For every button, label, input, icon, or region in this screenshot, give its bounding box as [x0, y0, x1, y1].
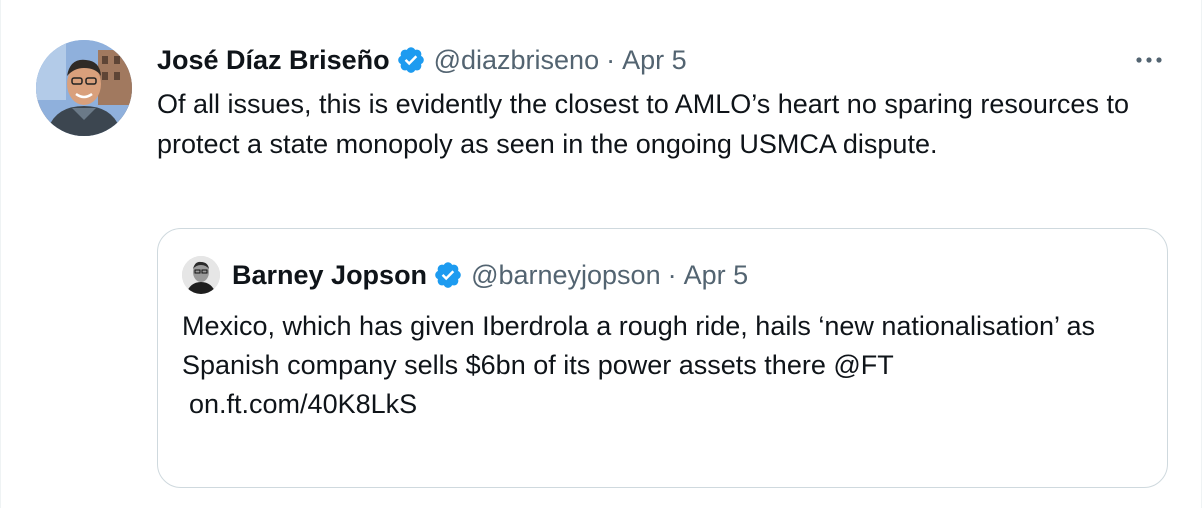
tweet-date[interactable]: Apr 5 — [622, 45, 687, 76]
tweet-card: José Díaz Briseño @diazbriseno · Apr 5 O… — [0, 0, 1202, 508]
author-avatar[interactable] — [36, 40, 132, 136]
quoted-tweet-body: Mexico, which has given Iberdrola a roug… — [182, 307, 1142, 424]
quoted-author-avatar[interactable] — [182, 256, 220, 294]
quoted-tweet-link[interactable]: on.ft.com/40K8LkS — [182, 385, 1142, 424]
verified-badge-icon[interactable] — [396, 45, 426, 75]
author-handle[interactable]: @diazbriseno — [434, 45, 600, 76]
separator-dot: · — [606, 44, 616, 75]
tweet-body: Of all issues, this is evidently the clo… — [157, 89, 1129, 159]
profile-photo-icon — [182, 256, 220, 294]
quoted-tweet[interactable]: Barney Jopson @barneyjopson · Apr 5 Mexi… — [157, 228, 1168, 488]
author-name[interactable]: José Díaz Briseño — [157, 45, 390, 76]
quoted-author-name[interactable]: Barney Jopson — [232, 260, 427, 291]
quoted-tweet-text: Mexico, which has given Iberdrola a roug… — [182, 311, 1096, 380]
verified-badge-icon[interactable] — [433, 260, 463, 290]
quoted-tweet-date[interactable]: Apr 5 — [684, 260, 749, 291]
profile-photo-icon — [36, 40, 132, 136]
more-options-icon[interactable] — [1129, 46, 1169, 74]
quoted-author-handle[interactable]: @barneyjopson — [471, 260, 661, 291]
separator-dot: · — [667, 259, 677, 290]
tweet-header: José Díaz Briseño @diazbriseno · Apr 5 — [157, 42, 687, 78]
quoted-tweet-header: Barney Jopson @barneyjopson · Apr 5 — [182, 256, 749, 294]
